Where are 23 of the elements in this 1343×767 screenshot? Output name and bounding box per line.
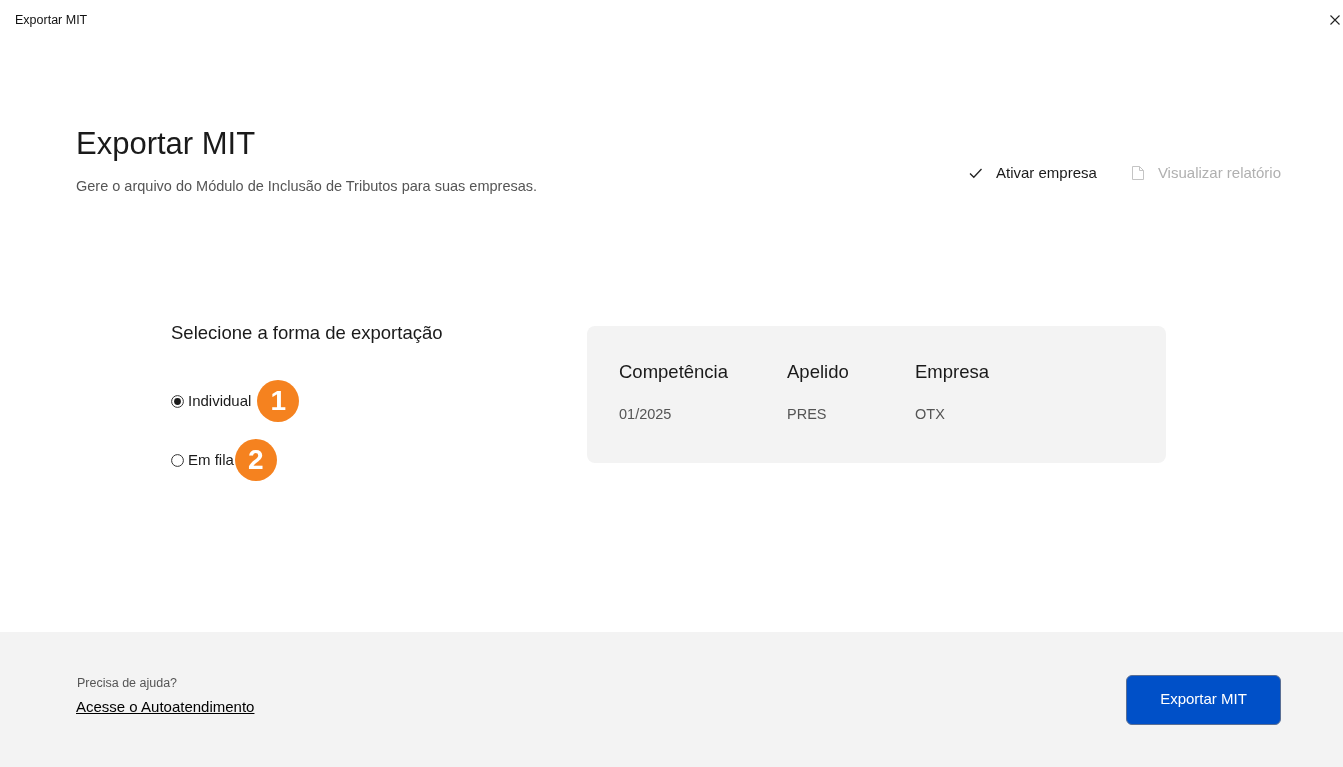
help-text: Precisa de ajuda?: [77, 674, 179, 692]
radio-label: Individual: [188, 391, 252, 411]
radio-label: Em fila: [188, 450, 234, 470]
radio-button[interactable]: [171, 394, 184, 408]
document-icon: [1130, 166, 1144, 180]
step-marker: 2: [234, 439, 277, 481]
help-link[interactable]: Acesse o Autoatendimento: [76, 696, 255, 717]
field-value: 01/2025: [619, 405, 673, 424]
column-header: Apelido: [787, 360, 850, 384]
page-title: Exportar MIT: [76, 125, 257, 163]
check-icon: [969, 166, 982, 180]
export-button[interactable]: Exportar MIT: [1126, 674, 1281, 725]
toolbar-button[interactable]: Ativar empresa: [969, 163, 1097, 183]
window-title: Exportar MIT: [15, 11, 88, 29]
column-header: Empresa: [915, 360, 991, 384]
radio-button[interactable]: [171, 453, 184, 467]
step-marker: 1: [257, 380, 300, 422]
field-value: OTX: [915, 405, 946, 424]
page-subtitle: Gere o arquivo do Módulo de Inclusão de Tributos para suas empresas.: [76, 177, 538, 196]
close-icon[interactable]: [1330, 15, 1340, 25]
column-header: Competência: [619, 360, 729, 384]
field-value: PRES: [787, 405, 828, 424]
section-heading: Selecione a forma de exportação: [171, 321, 444, 345]
